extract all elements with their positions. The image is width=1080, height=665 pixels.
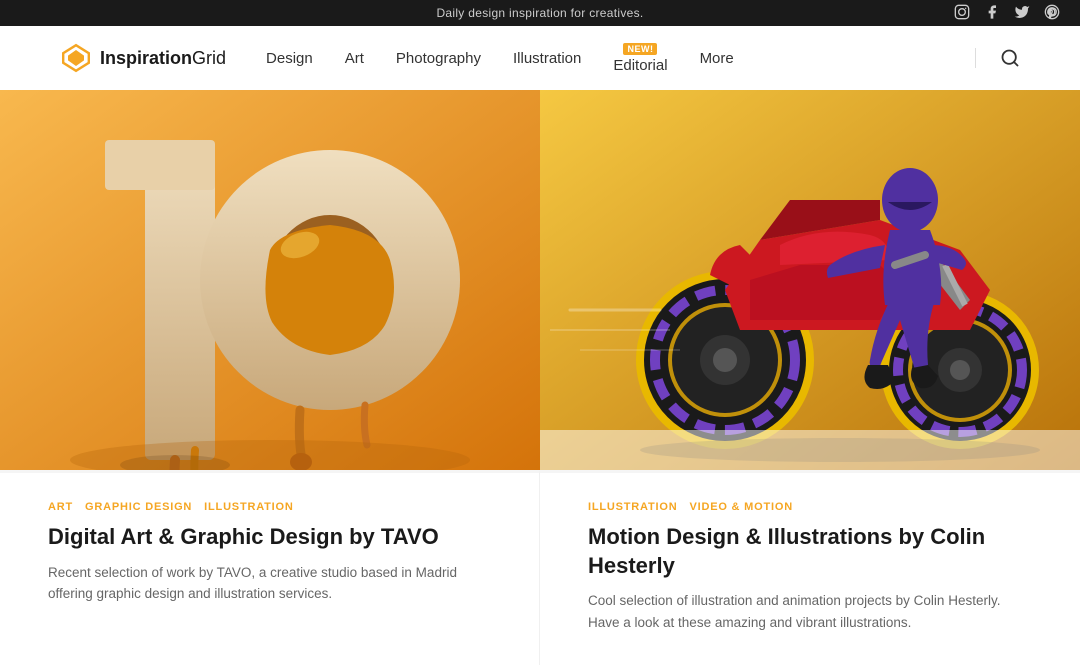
tag-art[interactable]: ART	[48, 501, 73, 513]
cards-row: ART GRAPHIC DESIGN ILLUSTRATION Digital …	[0, 470, 1080, 665]
card-2-tags: ILLUSTRATION VIDEO & MOTION	[588, 501, 1032, 513]
tag-video-motion[interactable]: VIDEO & MOTION	[689, 501, 792, 513]
banner-text: Daily design inspiration for creatives.	[436, 6, 643, 20]
nav-more[interactable]: More	[700, 50, 734, 67]
facebook-icon-top[interactable]	[984, 4, 1000, 20]
card-1-tags: ART GRAPHIC DESIGN ILLUSTRATION	[48, 501, 491, 513]
logo[interactable]: InspirationGrid	[60, 42, 226, 74]
hero-left[interactable]	[0, 90, 540, 470]
tag-illustration[interactable]: ILLUSTRATION	[204, 501, 293, 513]
editorial-badge: NEW!	[623, 43, 657, 55]
hero-left-image	[0, 90, 540, 470]
hero-right-image	[540, 90, 1080, 470]
logo-text: InspirationGrid	[100, 48, 226, 69]
header: InspirationGrid Design Art Photography I…	[0, 26, 1080, 90]
nav-art[interactable]: Art	[345, 50, 364, 67]
nav-illustration[interactable]: Illustration	[513, 50, 581, 67]
card-2-title: Motion Design & Illustrations by Colin H…	[588, 523, 1032, 580]
card-2-excerpt: Cool selection of illustration and anima…	[588, 590, 1032, 633]
nav-divider	[975, 48, 976, 68]
card-1: ART GRAPHIC DESIGN ILLUSTRATION Digital …	[0, 470, 540, 665]
instagram-icon-top[interactable]	[954, 4, 970, 20]
nav-editorial[interactable]: NEW! Editorial	[613, 43, 667, 74]
main-nav: Design Art Photography Illustration NEW!…	[266, 43, 967, 74]
logo-icon	[60, 42, 92, 74]
card-2: ILLUSTRATION VIDEO & MOTION Motion Desig…	[540, 470, 1080, 665]
top-banner: Daily design inspiration for creatives.	[0, 0, 1080, 26]
twitter-icon-top[interactable]	[1014, 4, 1030, 20]
tag-illustration-2[interactable]: ILLUSTRATION	[588, 501, 677, 513]
nav-photography[interactable]: Photography	[396, 50, 481, 67]
nav-design[interactable]: Design	[266, 50, 313, 67]
hero-right[interactable]	[540, 90, 1080, 470]
search-icon	[1000, 48, 1020, 68]
card-1-title: Digital Art & Graphic Design by TAVO	[48, 523, 491, 552]
tag-graphic-design[interactable]: GRAPHIC DESIGN	[85, 501, 192, 513]
search-button[interactable]	[1000, 48, 1020, 68]
hero-section	[0, 90, 1080, 470]
card-1-excerpt: Recent selection of work by TAVO, a crea…	[48, 562, 491, 605]
pinterest-icon-top[interactable]	[1044, 4, 1060, 20]
